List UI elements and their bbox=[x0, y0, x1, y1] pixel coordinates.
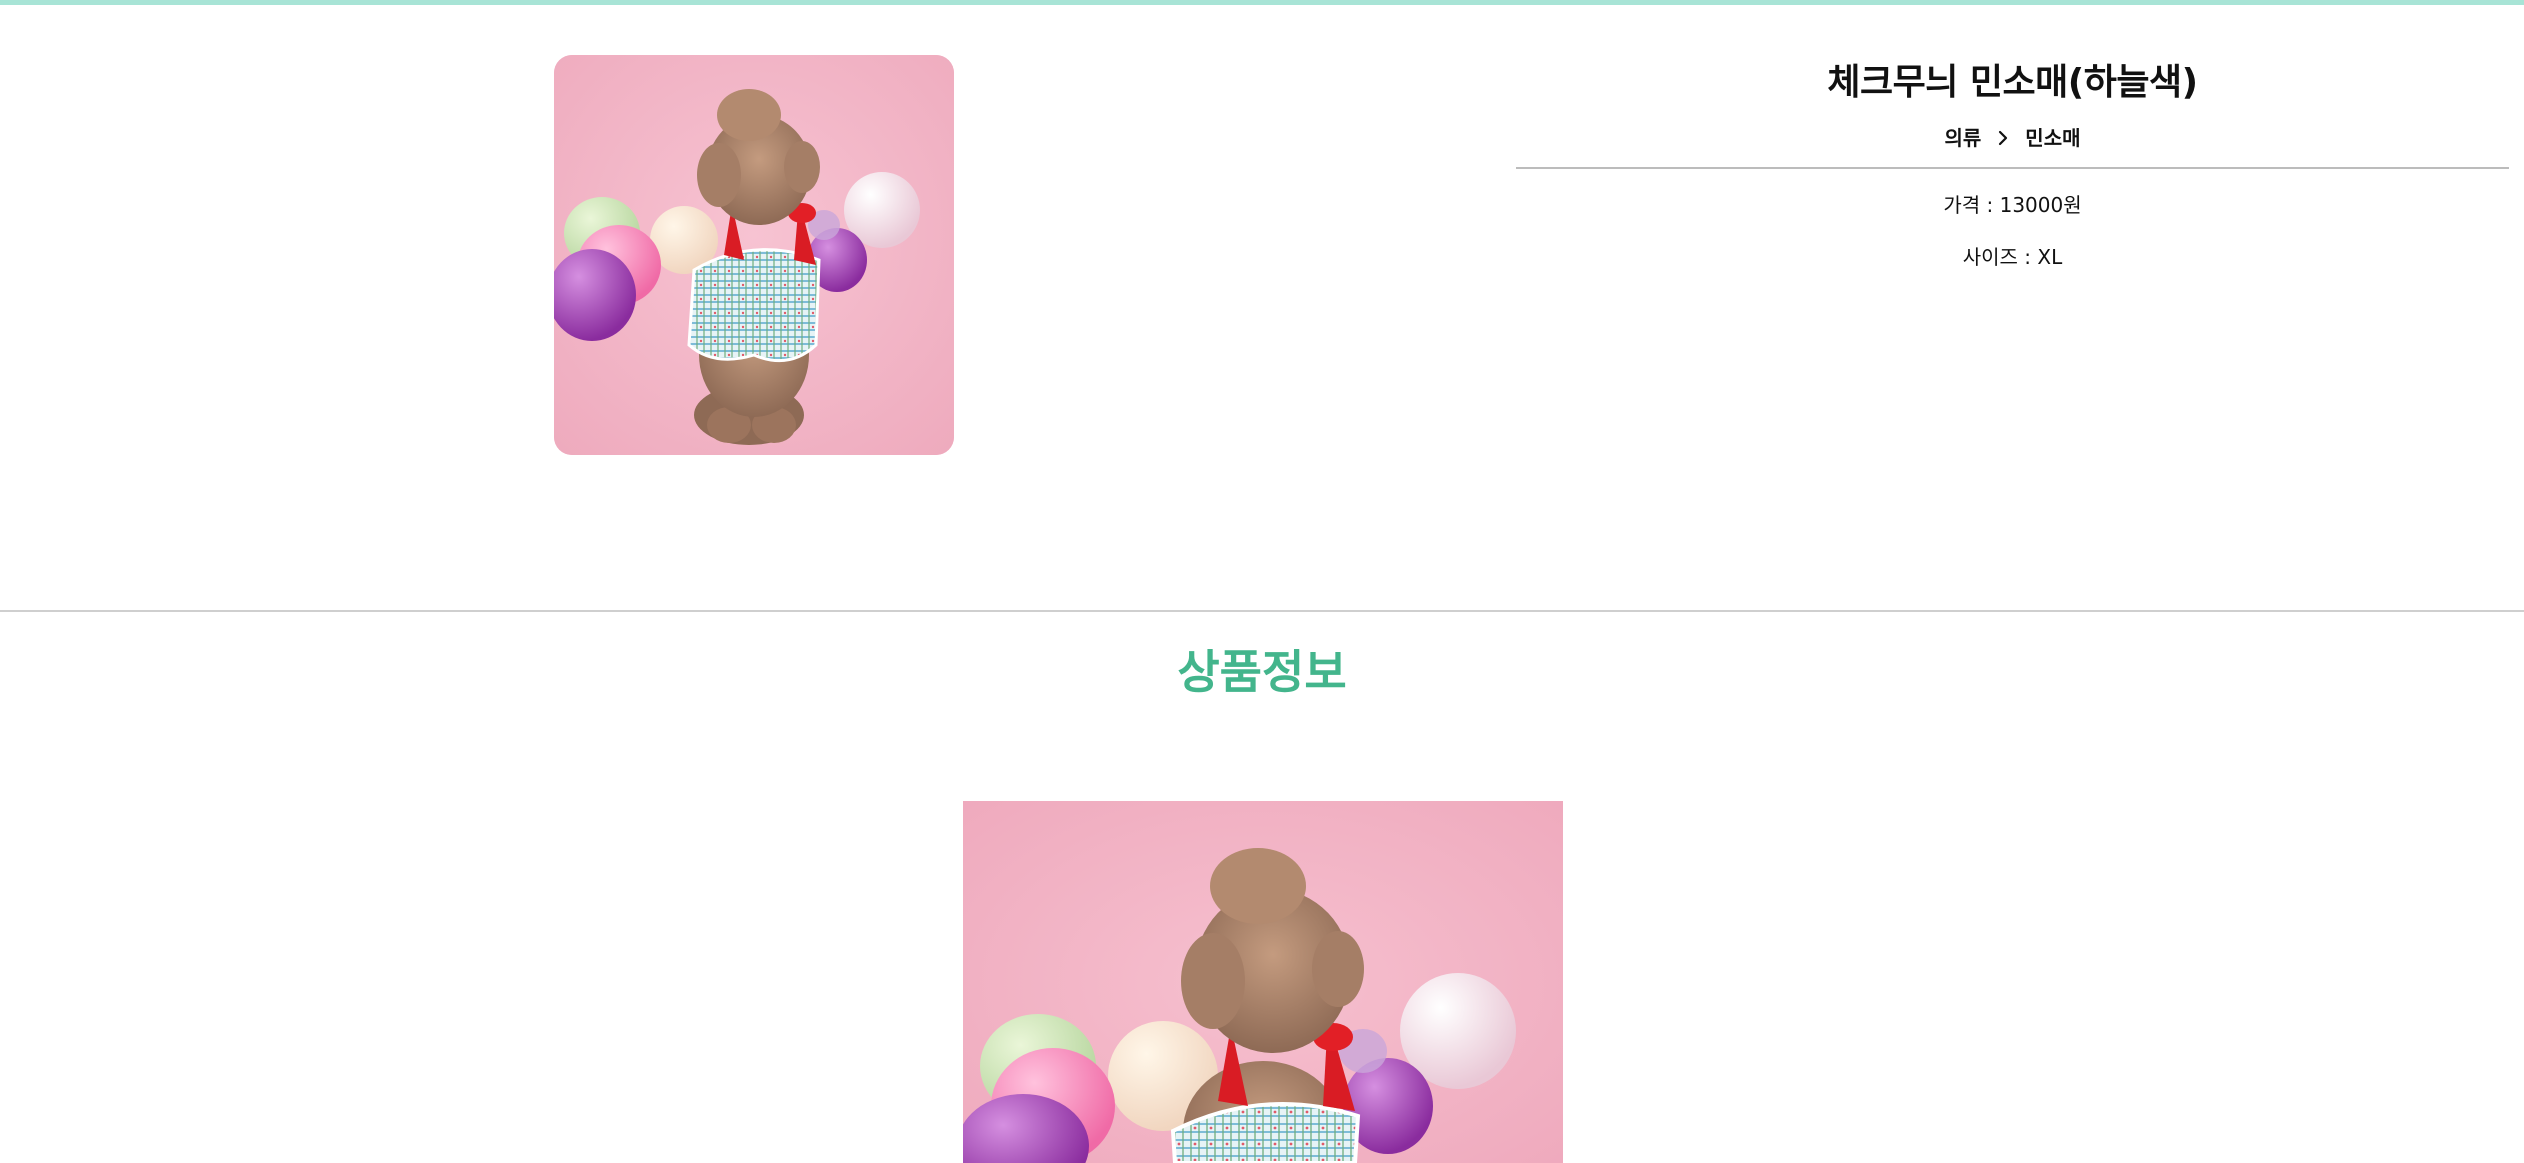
detail-photo bbox=[963, 801, 1563, 1163]
top-accent-strip bbox=[0, 0, 2524, 5]
size-text: 사이즈 : XL bbox=[1962, 245, 2063, 269]
section-divider bbox=[0, 610, 2524, 612]
product-info-section-title: 상품정보 bbox=[1177, 645, 1347, 699]
price-text: 가격 : 13000원 bbox=[1943, 193, 2082, 217]
breadcrumb-subcategory[interactable]: 민소매 bbox=[2025, 121, 2080, 155]
product-detail-page: 체크무늬 민소매(하늘색) 의류 민소매 가격 : 13000원 사이즈 : X… bbox=[0, 0, 2524, 1163]
info-divider bbox=[1516, 167, 2509, 169]
chevron-right-icon bbox=[1999, 130, 2008, 146]
product-info-panel: 체크무늬 민소매(하늘색) 의류 민소매 가격 : 13000원 사이즈 : X… bbox=[1516, 55, 2509, 273]
breadcrumb-category[interactable]: 의류 bbox=[1944, 121, 1981, 155]
product-photo bbox=[554, 55, 954, 455]
product-detail-image bbox=[963, 801, 1563, 1163]
product-thumbnail bbox=[554, 55, 954, 455]
breadcrumb: 의류 민소매 bbox=[1516, 121, 2509, 155]
product-title: 체크무늬 민소매(하늘색) bbox=[1827, 62, 2198, 103]
